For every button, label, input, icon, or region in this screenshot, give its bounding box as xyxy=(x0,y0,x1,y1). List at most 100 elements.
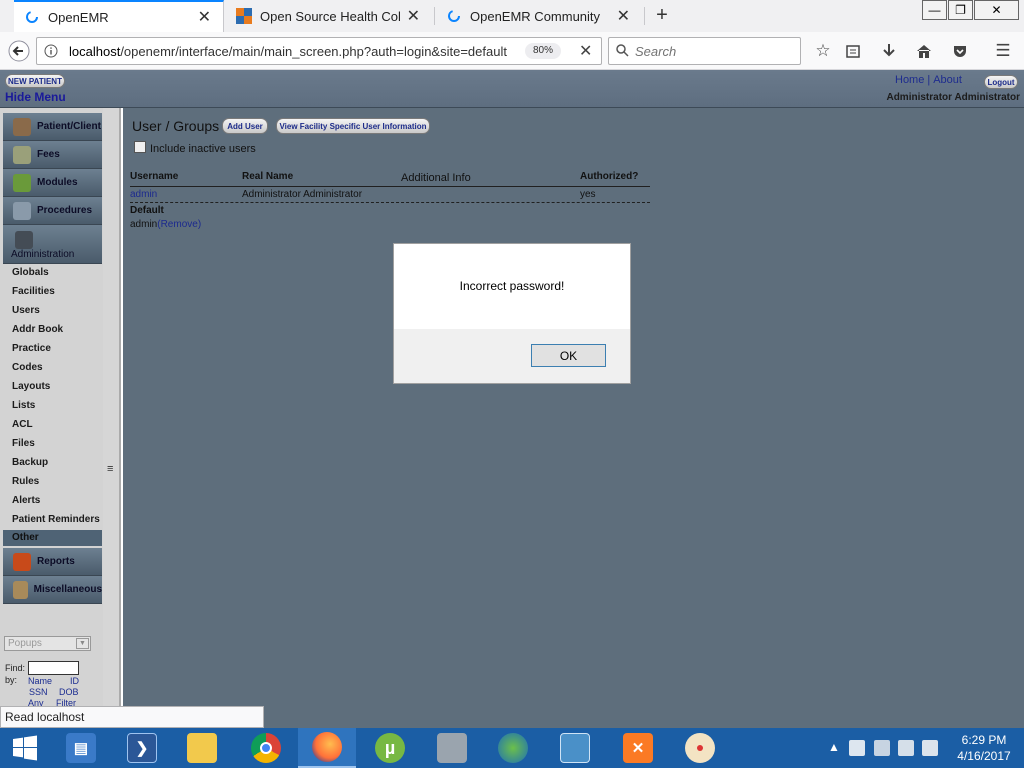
page-title: User / Groups xyxy=(132,118,220,134)
stop-loading-icon[interactable]: ✕ xyxy=(579,41,592,61)
taskbar-xampp[interactable]: ✕ xyxy=(609,728,667,768)
menu-other[interactable]: Other xyxy=(3,530,102,546)
menu-item-layouts[interactable]: Layouts xyxy=(12,381,50,392)
loading-icon xyxy=(446,8,462,24)
taskbar-app-server[interactable] xyxy=(423,728,481,768)
show-hidden-icons-button[interactable]: ▲ xyxy=(828,740,840,754)
maximize-button[interactable]: ❐ xyxy=(948,0,973,20)
globe-download-icon xyxy=(498,733,528,763)
tab-label: Open Source Health Colla... xyxy=(260,8,401,24)
frame-splitter[interactable]: ≡ xyxy=(103,108,121,708)
new-patient-button[interactable]: NEW PATIENT xyxy=(5,74,65,88)
taskbar-firefox[interactable] xyxy=(298,728,356,768)
drag-handle-icon[interactable]: ≡ xyxy=(107,463,113,475)
column-header-authorized: Authorized? xyxy=(580,171,639,182)
url-bar[interactable]: localhost/openemr/interface/main/main_sc… xyxy=(36,37,602,65)
tab-open-source-health[interactable]: Open Source Health Colla... ✕ xyxy=(226,0,432,32)
menu-reports[interactable]: Reports xyxy=(3,548,102,576)
close-tab-icon[interactable]: ✕ xyxy=(617,6,630,26)
url-host: localhost xyxy=(69,44,121,59)
link-separator: | xyxy=(927,74,931,86)
zoom-badge[interactable]: 80% xyxy=(525,43,561,59)
close-tab-icon[interactable]: ✕ xyxy=(407,6,420,26)
volume-muted-icon[interactable] xyxy=(922,740,938,756)
logout-button[interactable]: Logout xyxy=(984,75,1018,89)
menu-item-files[interactable]: Files xyxy=(12,438,35,449)
network-icon[interactable] xyxy=(898,740,914,756)
taskbar-file-explorer[interactable] xyxy=(173,728,231,768)
home-link[interactable]: Home xyxy=(895,74,924,86)
back-button[interactable] xyxy=(6,38,32,64)
ok-button[interactable]: OK xyxy=(531,344,606,367)
by-text: by: xyxy=(5,675,18,685)
minimize-button[interactable]: — xyxy=(922,0,947,20)
close-window-button[interactable]: ✕ xyxy=(974,0,1019,20)
username-link[interactable]: admin xyxy=(130,189,157,200)
home-icon[interactable] xyxy=(911,38,937,64)
menu-patient-client[interactable]: Patient/Client xyxy=(3,113,102,141)
menu-fees[interactable]: Fees xyxy=(3,141,102,169)
taskbar-powershell[interactable]: ❯ xyxy=(113,728,171,768)
include-inactive-checkbox[interactable] xyxy=(134,141,146,153)
taskbar-paint[interactable] xyxy=(671,728,729,768)
taskbar-utorrent[interactable]: µ xyxy=(361,728,419,768)
taskbar-clock[interactable]: 6:29 PM 4/16/2017 xyxy=(948,732,1020,764)
menu-item-lists[interactable]: Lists xyxy=(12,400,35,411)
menu-item-globals[interactable]: Globals xyxy=(12,267,49,278)
popups-select[interactable]: Popups ▼ xyxy=(4,636,91,651)
bookmark-star-icon[interactable]: ☆ xyxy=(810,38,836,64)
tab-openemr[interactable]: OpenEMR ✕ xyxy=(14,0,224,32)
about-link[interactable]: About xyxy=(933,74,962,86)
add-user-button[interactable]: Add User xyxy=(222,118,268,134)
menu-procedures[interactable]: Procedures xyxy=(3,197,102,225)
menu-label: Reports xyxy=(37,556,75,567)
patient-icon xyxy=(13,117,31,136)
reading-list-icon[interactable] xyxy=(840,38,866,64)
find-by-id-link[interactable]: ID xyxy=(70,676,79,686)
taskbar-internet-download-manager[interactable] xyxy=(484,728,542,768)
search-input[interactable]: Search xyxy=(608,37,801,65)
downloads-icon[interactable] xyxy=(876,38,902,64)
menu-item-users[interactable]: Users xyxy=(12,305,40,316)
menu-item-practice[interactable]: Practice xyxy=(12,343,51,354)
menu-administration[interactable]: Administration xyxy=(3,225,102,264)
menu-item-facilities[interactable]: Facilities xyxy=(12,286,55,297)
menu-item-rules[interactable]: Rules xyxy=(12,476,39,487)
dialog-body: Incorrect password! xyxy=(394,244,630,329)
site-info-icon[interactable] xyxy=(44,44,58,61)
usb-device-icon[interactable] xyxy=(874,740,890,756)
menu-modules[interactable]: Modules xyxy=(3,169,102,197)
find-by-ssn-link[interactable]: SSN xyxy=(29,687,48,697)
column-header-username: Username xyxy=(130,171,179,182)
menu-item-backup[interactable]: Backup xyxy=(12,457,48,468)
taskbar-chrome[interactable] xyxy=(237,728,295,768)
menu-miscellaneous[interactable]: Miscellaneous xyxy=(3,576,102,604)
view-facility-user-info-button[interactable]: View Facility Specific User Information xyxy=(276,118,430,134)
taskbar-control-panel[interactable] xyxy=(546,728,604,768)
menu-label: Procedures xyxy=(37,205,93,216)
url-path: /openemr/interface/main/main_screen.php?… xyxy=(120,44,507,59)
new-tab-button[interactable]: + xyxy=(648,4,676,28)
menu-item-patient-reminders[interactable]: Patient Reminders xyxy=(12,514,100,525)
browser-tab-bar: OpenEMR ✕ Open Source Health Colla... ✕ … xyxy=(0,0,1024,32)
popups-value: Popups xyxy=(8,638,42,649)
hide-menu-link[interactable]: Hide Menu xyxy=(5,90,66,104)
find-by-dob-link[interactable]: DOB xyxy=(59,687,79,697)
menu-item-codes[interactable]: Codes xyxy=(12,362,43,373)
tab-openemr-community[interactable]: OpenEMR Community ✕ xyxy=(436,0,642,32)
remove-member-link[interactable]: (Remove) xyxy=(157,219,201,230)
taskbar-server-manager[interactable]: ▤ xyxy=(52,728,110,768)
pocket-icon[interactable] xyxy=(947,38,973,64)
tab-separator xyxy=(434,7,435,25)
menu-item-alerts[interactable]: Alerts xyxy=(12,495,40,506)
close-tab-icon[interactable]: ✕ xyxy=(198,7,211,27)
find-input[interactable] xyxy=(28,661,79,675)
tab-label: OpenEMR xyxy=(48,9,109,25)
tab-separator xyxy=(644,7,645,25)
flag-icon[interactable] xyxy=(849,740,865,756)
menu-item-acl[interactable]: ACL xyxy=(12,419,33,430)
menu-item-addr-book[interactable]: Addr Book xyxy=(12,324,63,335)
find-by-name-link[interactable]: Name xyxy=(28,676,52,686)
hamburger-menu-icon[interactable]: ☰ xyxy=(990,38,1016,64)
start-button[interactable] xyxy=(0,728,50,768)
